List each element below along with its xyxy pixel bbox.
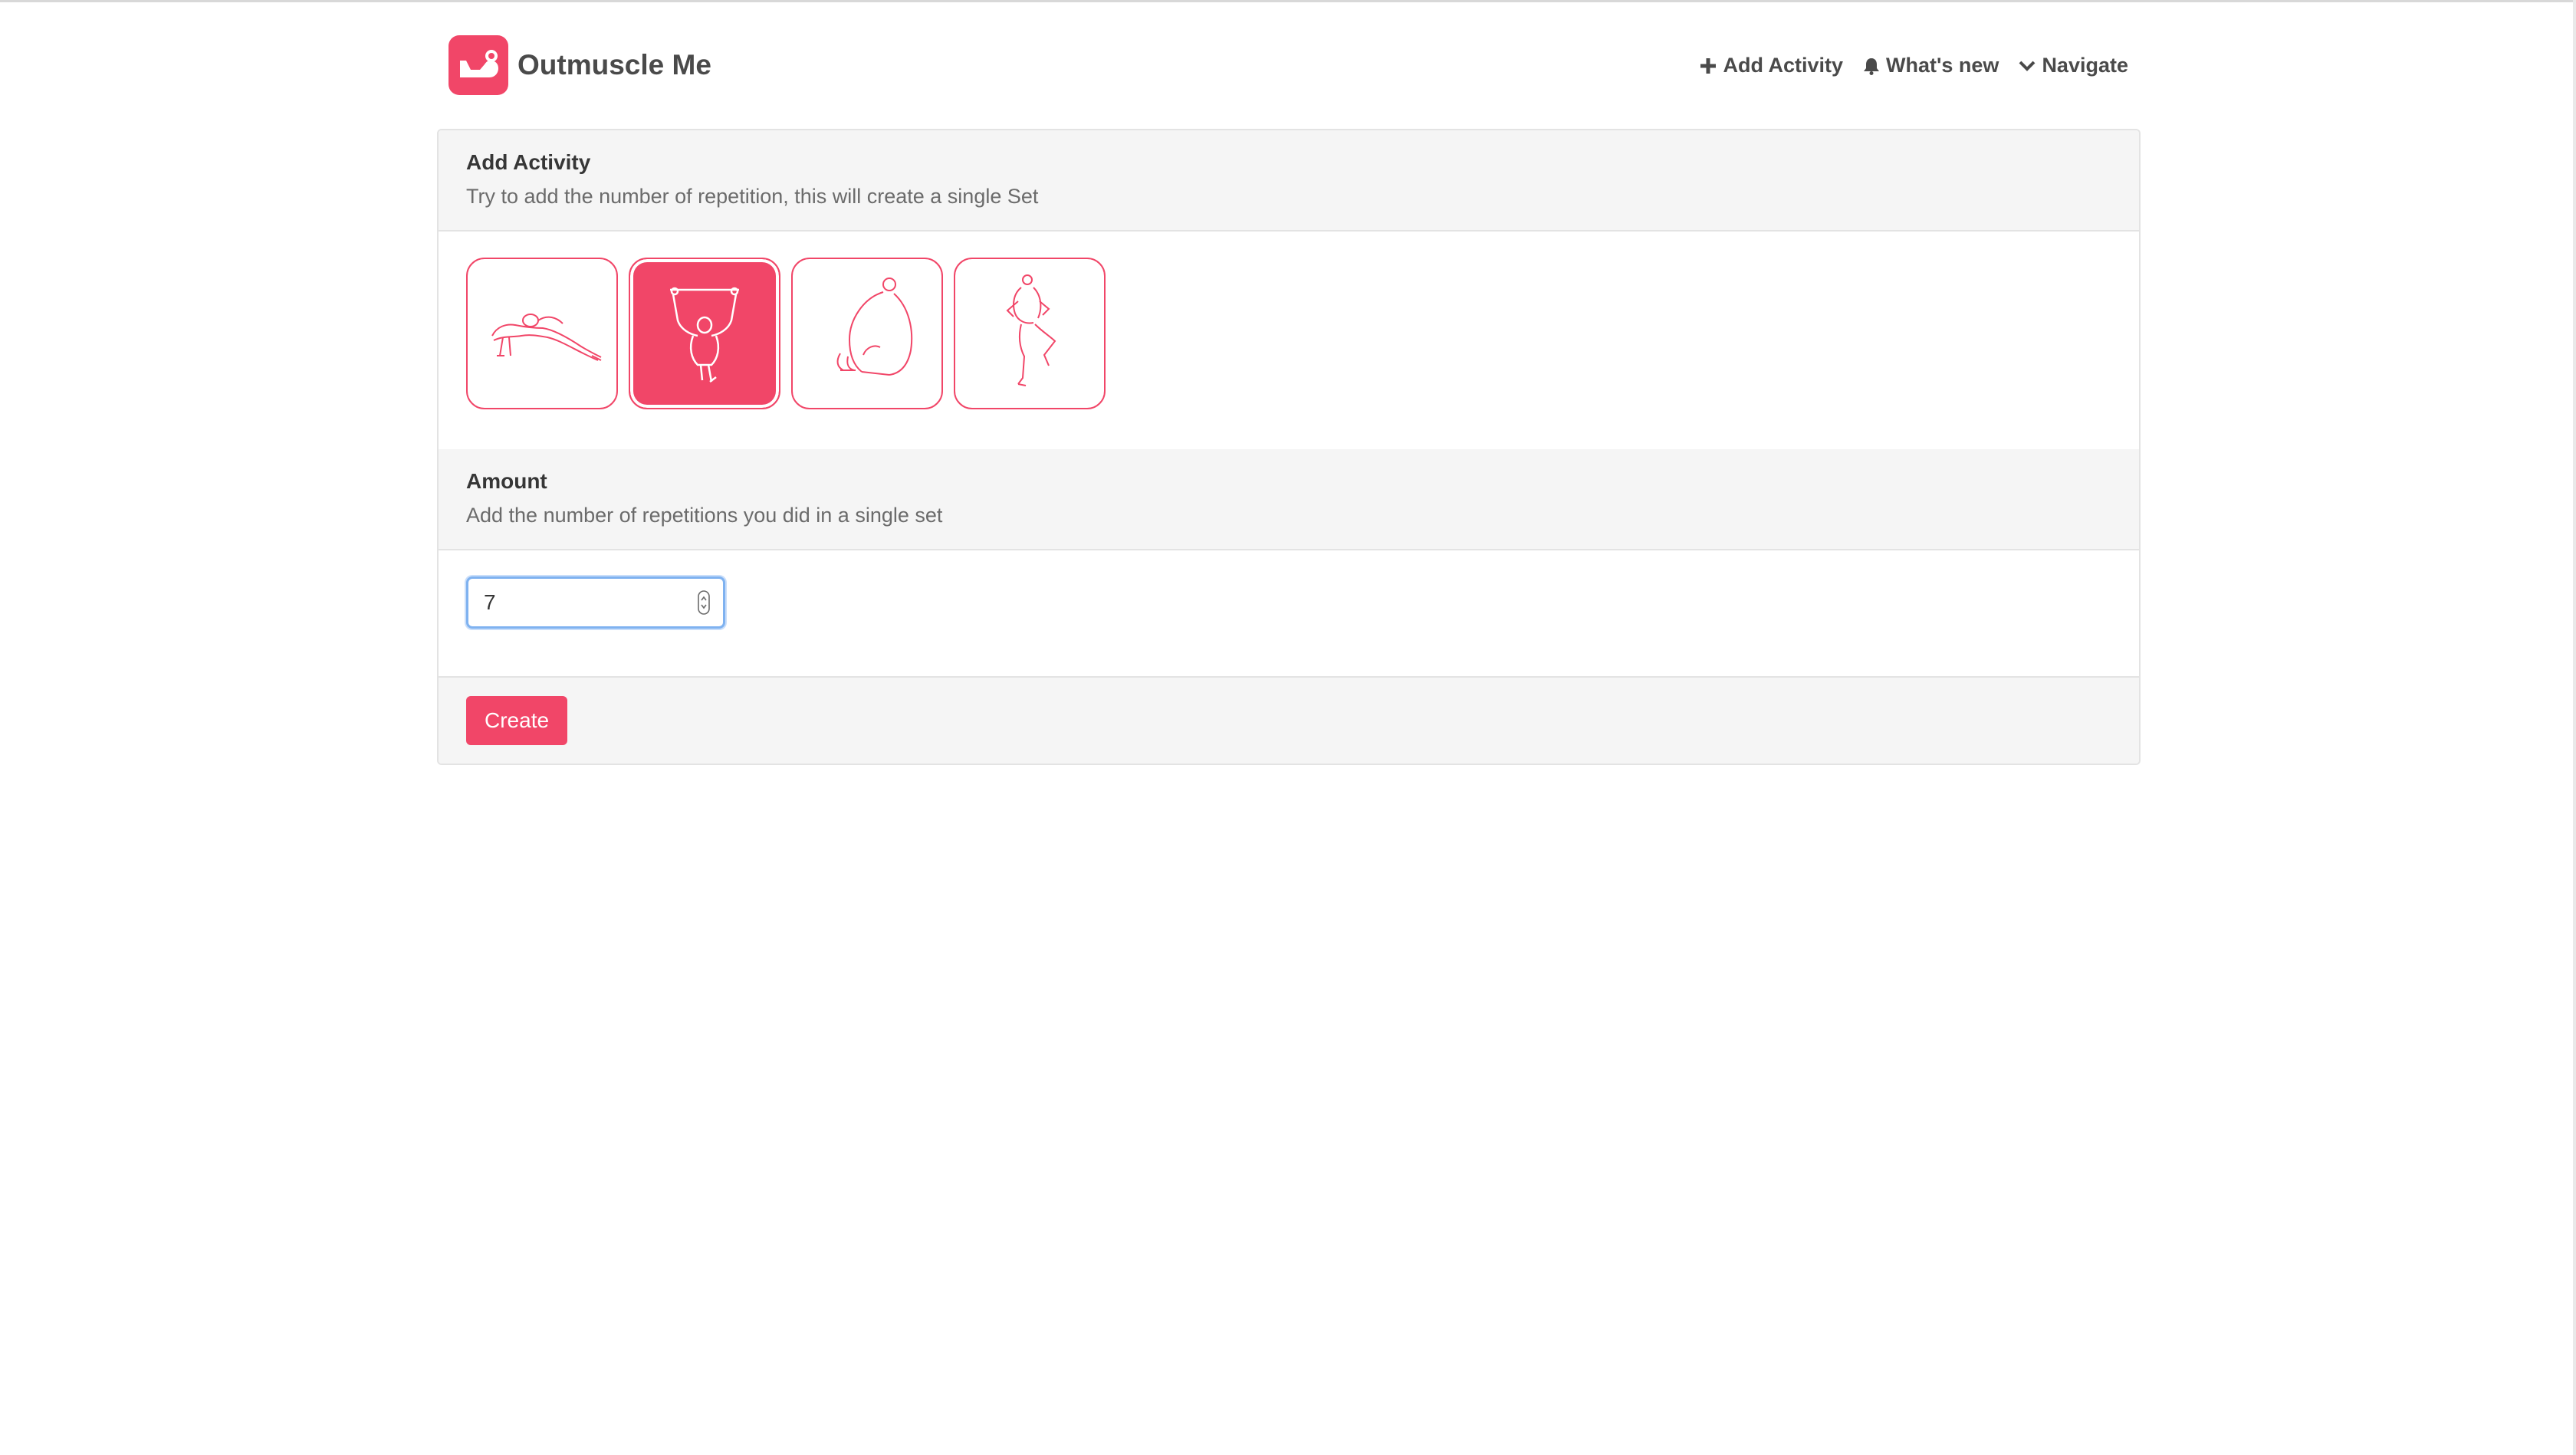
card-footer: Create — [439, 676, 2139, 764]
nav-whats-new[interactable]: What's new — [1863, 54, 1999, 77]
window-top-border — [0, 0, 2576, 2]
add-activity-card: Add Activity Try to add the number of re… — [437, 129, 2141, 765]
activity-option-pushup[interactable] — [466, 258, 618, 409]
chevron-down-icon — [2019, 60, 2036, 72]
add-activity-subtitle: Try to add the number of repetition, thi… — [466, 185, 1039, 208]
number-spinner-icon[interactable] — [698, 590, 710, 615]
pushup-icon — [477, 290, 607, 378]
amount-input[interactable] — [466, 576, 725, 629]
activity-option-pullup[interactable] — [629, 258, 780, 409]
flexed-arm-icon — [449, 35, 508, 95]
brand-name: Outmuscle Me — [518, 49, 711, 80]
create-button[interactable]: Create — [466, 696, 568, 745]
add-activity-header: Add Activity Try to add the number of re… — [439, 130, 2139, 232]
window-right-border — [2573, 0, 2576, 1455]
plus-icon — [1700, 57, 1717, 74]
nav-add-activity-label: Add Activity — [1723, 54, 1843, 77]
amount-subtitle: Add the number of repetitions you did in… — [466, 504, 943, 527]
add-activity-title: Add Activity — [466, 150, 591, 174]
nav-navigate-label: Navigate — [2042, 54, 2128, 77]
nav-links: Add Activity What's new Navigate — [1700, 54, 2128, 77]
amount-header: Amount Add the number of repetitions you… — [439, 449, 2139, 550]
navbar: Outmuscle Me Add Activity What's new Nav… — [437, 31, 2139, 107]
amount-title: Amount — [466, 469, 547, 493]
brand[interactable]: Outmuscle Me — [449, 35, 711, 95]
lunge-icon — [980, 271, 1079, 397]
nav-add-activity[interactable]: Add Activity — [1700, 54, 1843, 77]
nav-whats-new-label: What's new — [1886, 54, 1999, 77]
squat-icon — [810, 271, 925, 397]
pullup-icon — [647, 274, 762, 393]
nav-navigate[interactable]: Navigate — [2019, 54, 2128, 77]
bell-icon — [1863, 57, 1880, 75]
activity-options — [466, 258, 1106, 409]
activity-option-lunge[interactable] — [954, 258, 1106, 409]
activity-option-squat[interactable] — [791, 258, 943, 409]
